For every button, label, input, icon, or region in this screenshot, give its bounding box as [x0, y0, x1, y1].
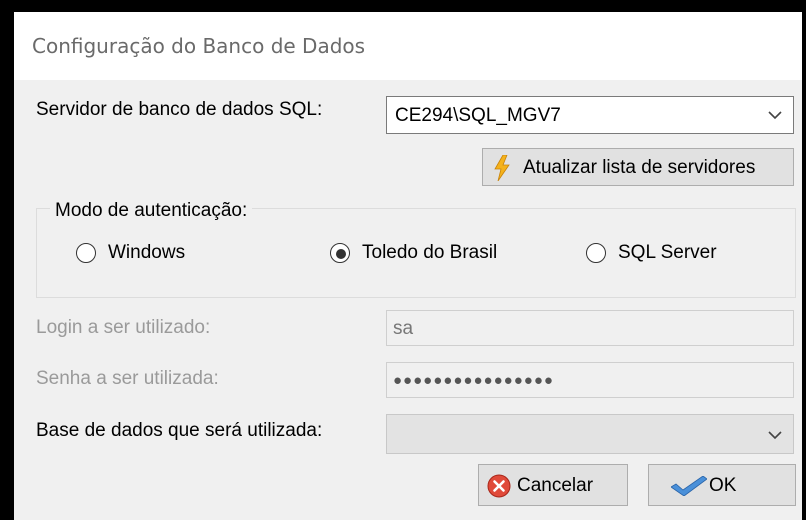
refresh-servers-button[interactable]: Atualizar lista de servidores [482, 148, 794, 186]
cancel-x-icon [487, 474, 511, 498]
lightning-icon [494, 155, 510, 181]
database-combobox[interactable] [386, 414, 794, 454]
database-config-dialog: Configuração do Banco de Dados Servidor … [14, 12, 802, 520]
login-field[interactable]: sa [386, 310, 794, 346]
login-label: Login a ser utilizado: [36, 317, 211, 338]
radio-toledo-label: Toledo do Brasil [362, 242, 498, 263]
title-bar: Configuração do Banco de Dados [14, 12, 802, 80]
radio-circle [586, 243, 606, 263]
ok-label: OK [709, 475, 737, 496]
radio-circle [76, 243, 96, 263]
radio-sql-server-label: SQL Server [618, 242, 717, 263]
auth-mode-label: Modo de autenticação: [50, 200, 253, 222]
server-label: Servidor de banco de dados SQL: [36, 99, 323, 120]
refresh-servers-label: Atualizar lista de servidores [523, 157, 756, 178]
database-label: Base de dados que será utilizada: [36, 420, 323, 441]
radio-windows-label: Windows [108, 242, 186, 263]
password-label: Senha a ser utilizada: [36, 368, 219, 389]
radio-selected-dot [336, 249, 346, 259]
radio-circle [330, 243, 350, 263]
server-combobox[interactable]: CE294\SQL_MGV7 [386, 96, 794, 134]
ok-button[interactable]: OK [648, 464, 796, 506]
chevron-down-icon [768, 431, 782, 440]
window-title: Configuração do Banco de Dados [32, 34, 366, 58]
cancel-label: Cancelar [517, 475, 594, 496]
cancel-button[interactable]: Cancelar [478, 464, 628, 506]
chevron-down-icon [768, 111, 782, 120]
login-value: sa [393, 318, 414, 339]
server-value: CE294\SQL_MGV7 [395, 105, 561, 126]
password-field[interactable]: ●●●●●●●●●●●●●●●● [386, 362, 794, 398]
checkmark-icon [671, 476, 707, 496]
password-value: ●●●●●●●●●●●●●●●● [393, 372, 554, 389]
